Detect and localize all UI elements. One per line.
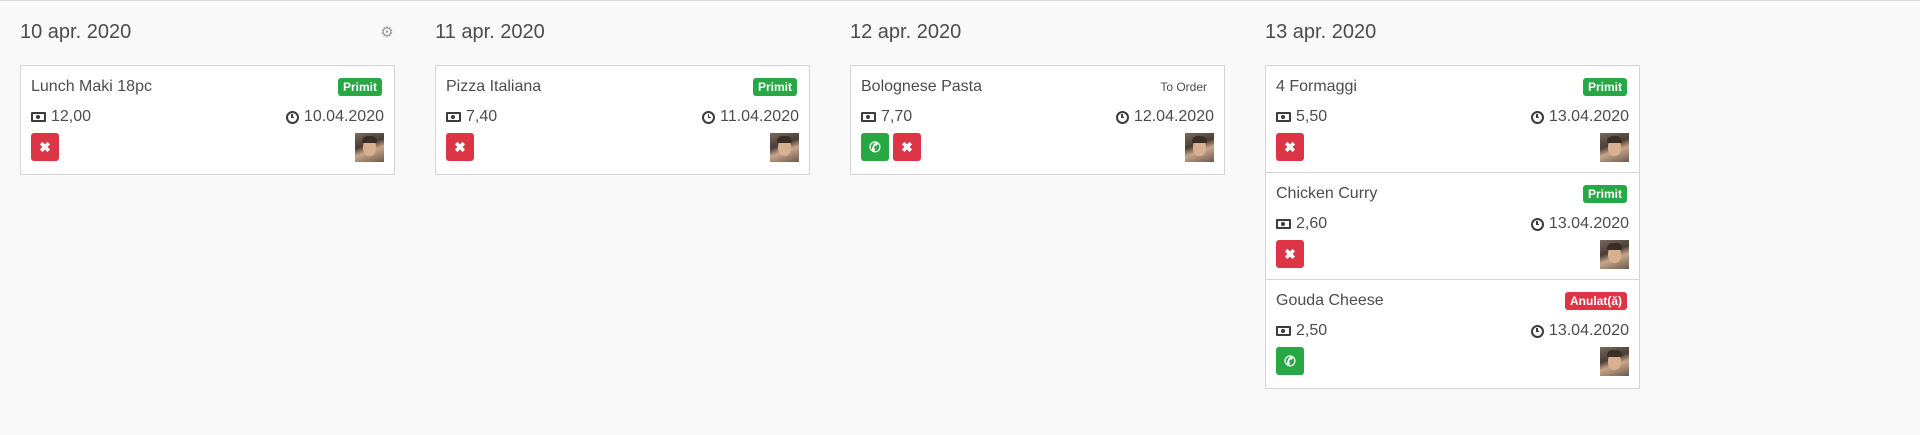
avatar	[1600, 240, 1629, 269]
order-card[interactable]: Bolognese Pasta To Order 7,70 12.04.2020…	[851, 66, 1224, 174]
cancel-button[interactable]: ✖	[31, 133, 59, 161]
price-value: 2,50	[1296, 322, 1328, 339]
times-icon: ✖	[39, 138, 51, 155]
kanban-column-2020-04-13: 13 apr. 2020 4 Formaggi Primit 5,50 13.0…	[1265, 1, 1640, 389]
cancel-button[interactable]: ✖	[1276, 133, 1304, 161]
order-date: 13.04.2020	[1530, 322, 1629, 340]
order-card[interactable]: Pizza Italiana Primit 7,40 11.04.2020 ✖	[436, 66, 809, 174]
status-badge: Primit	[752, 78, 797, 96]
status-badge: Anulat(ă)	[1565, 292, 1627, 310]
order-price: 7,70	[861, 108, 912, 126]
money-icon	[31, 112, 46, 122]
column-header: 10 apr. 2020 ⚙	[20, 1, 395, 65]
column-title: 13 apr. 2020	[1265, 21, 1377, 43]
order-card[interactable]: 4 Formaggi Primit 5,50 13.04.2020 ✖	[1266, 66, 1639, 173]
times-icon: ✖	[1284, 138, 1296, 155]
call-button[interactable]: ✆	[861, 133, 889, 161]
order-name: Pizza Italiana	[446, 78, 542, 95]
phone-icon: ✆	[1284, 352, 1296, 369]
order-name: Lunch Maki 18pc	[31, 78, 152, 95]
avatar	[770, 133, 799, 162]
card-actions: ✖	[446, 133, 474, 161]
status-badge: Primit	[1582, 78, 1627, 96]
status-badge: Primit	[337, 78, 382, 96]
money-icon	[1276, 112, 1291, 122]
order-price: 7,40	[446, 108, 497, 126]
order-date: 10.04.2020	[285, 108, 384, 126]
column-header: 11 apr. 2020	[435, 1, 810, 65]
order-price: 5,50	[1276, 108, 1327, 126]
card-list: 4 Formaggi Primit 5,50 13.04.2020 ✖ Chic…	[1265, 65, 1640, 389]
column-title: 12 apr. 2020	[850, 21, 962, 43]
order-card[interactable]: Gouda Cheese Anulat(ă) 2,50 13.04.2020 ✆	[1266, 280, 1639, 388]
phone-icon: ✆	[869, 138, 881, 155]
clock-icon	[285, 110, 299, 124]
order-name: Gouda Cheese	[1276, 292, 1384, 309]
order-price: 2,50	[1276, 322, 1327, 340]
money-icon	[861, 112, 876, 122]
card-actions: ✖	[31, 133, 59, 161]
price-value: 12,00	[51, 108, 92, 125]
avatar	[1600, 347, 1629, 376]
order-card[interactable]: Lunch Maki 18pc Primit 12,00 10.04.2020 …	[21, 66, 394, 174]
times-icon: ✖	[901, 138, 913, 155]
money-icon	[1276, 219, 1291, 229]
status-badge: To Order	[1160, 80, 1207, 94]
card-list: Pizza Italiana Primit 7,40 11.04.2020 ✖	[435, 65, 810, 175]
date-value: 13.04.2020	[1548, 215, 1629, 232]
kanban-column-2020-04-11: 11 apr. 2020 Pizza Italiana Primit 7,40 …	[435, 1, 810, 175]
order-price: 2,60	[1276, 215, 1327, 233]
price-value: 5,50	[1296, 108, 1328, 125]
date-value: 10.04.2020	[303, 108, 384, 125]
avatar	[355, 133, 384, 162]
order-date: 13.04.2020	[1530, 108, 1629, 126]
card-list: Bolognese Pasta To Order 7,70 12.04.2020…	[850, 65, 1225, 175]
order-price: 12,00	[31, 108, 91, 126]
column-title: 11 apr. 2020	[435, 21, 545, 43]
times-icon: ✖	[1284, 245, 1296, 262]
cancel-button[interactable]: ✖	[893, 133, 921, 161]
column-header: 12 apr. 2020	[850, 1, 1225, 65]
clock-icon	[1530, 217, 1544, 231]
times-icon: ✖	[454, 138, 466, 155]
clock-icon	[1115, 110, 1129, 124]
card-actions: ✖	[1276, 240, 1304, 268]
call-button[interactable]: ✆	[1276, 347, 1304, 375]
money-icon	[1276, 326, 1291, 336]
cancel-button[interactable]: ✖	[446, 133, 474, 161]
order-date: 13.04.2020	[1530, 215, 1629, 233]
date-value: 13.04.2020	[1548, 108, 1629, 125]
avatar	[1185, 133, 1214, 162]
clock-icon	[1530, 324, 1544, 338]
date-value: 12.04.2020	[1133, 108, 1214, 125]
kanban-column-2020-04-10: 10 apr. 2020 ⚙ Lunch Maki 18pc Primit 12…	[20, 1, 395, 175]
order-name: 4 Formaggi	[1276, 78, 1357, 95]
card-actions: ✆	[1276, 347, 1304, 375]
order-name: Chicken Curry	[1276, 185, 1378, 202]
card-actions: ✖	[1276, 133, 1304, 161]
order-name: Bolognese Pasta	[861, 78, 982, 95]
card-list: Lunch Maki 18pc Primit 12,00 10.04.2020 …	[20, 65, 395, 175]
price-value: 7,70	[881, 108, 913, 125]
clock-icon	[702, 110, 716, 124]
money-icon	[446, 112, 461, 122]
price-value: 2,60	[1296, 215, 1328, 232]
card-actions: ✆ ✖	[861, 133, 921, 161]
date-value: 11.04.2020	[720, 108, 799, 125]
cancel-button[interactable]: ✖	[1276, 240, 1304, 268]
order-date: 11.04.2020	[702, 108, 799, 126]
date-value: 13.04.2020	[1548, 322, 1629, 339]
order-card[interactable]: Chicken Curry Primit 2,60 13.04.2020 ✖	[1266, 173, 1639, 280]
kanban-column-2020-04-12: 12 apr. 2020 Bolognese Pasta To Order 7,…	[850, 1, 1225, 175]
column-title: 10 apr. 2020	[20, 21, 132, 43]
column-header: 13 apr. 2020	[1265, 1, 1640, 65]
clock-icon	[1530, 110, 1544, 124]
order-date: 12.04.2020	[1115, 108, 1214, 126]
status-badge: Primit	[1582, 185, 1627, 203]
price-value: 7,40	[466, 108, 498, 125]
avatar	[1600, 133, 1629, 162]
gear-icon[interactable]: ⚙	[379, 25, 395, 41]
